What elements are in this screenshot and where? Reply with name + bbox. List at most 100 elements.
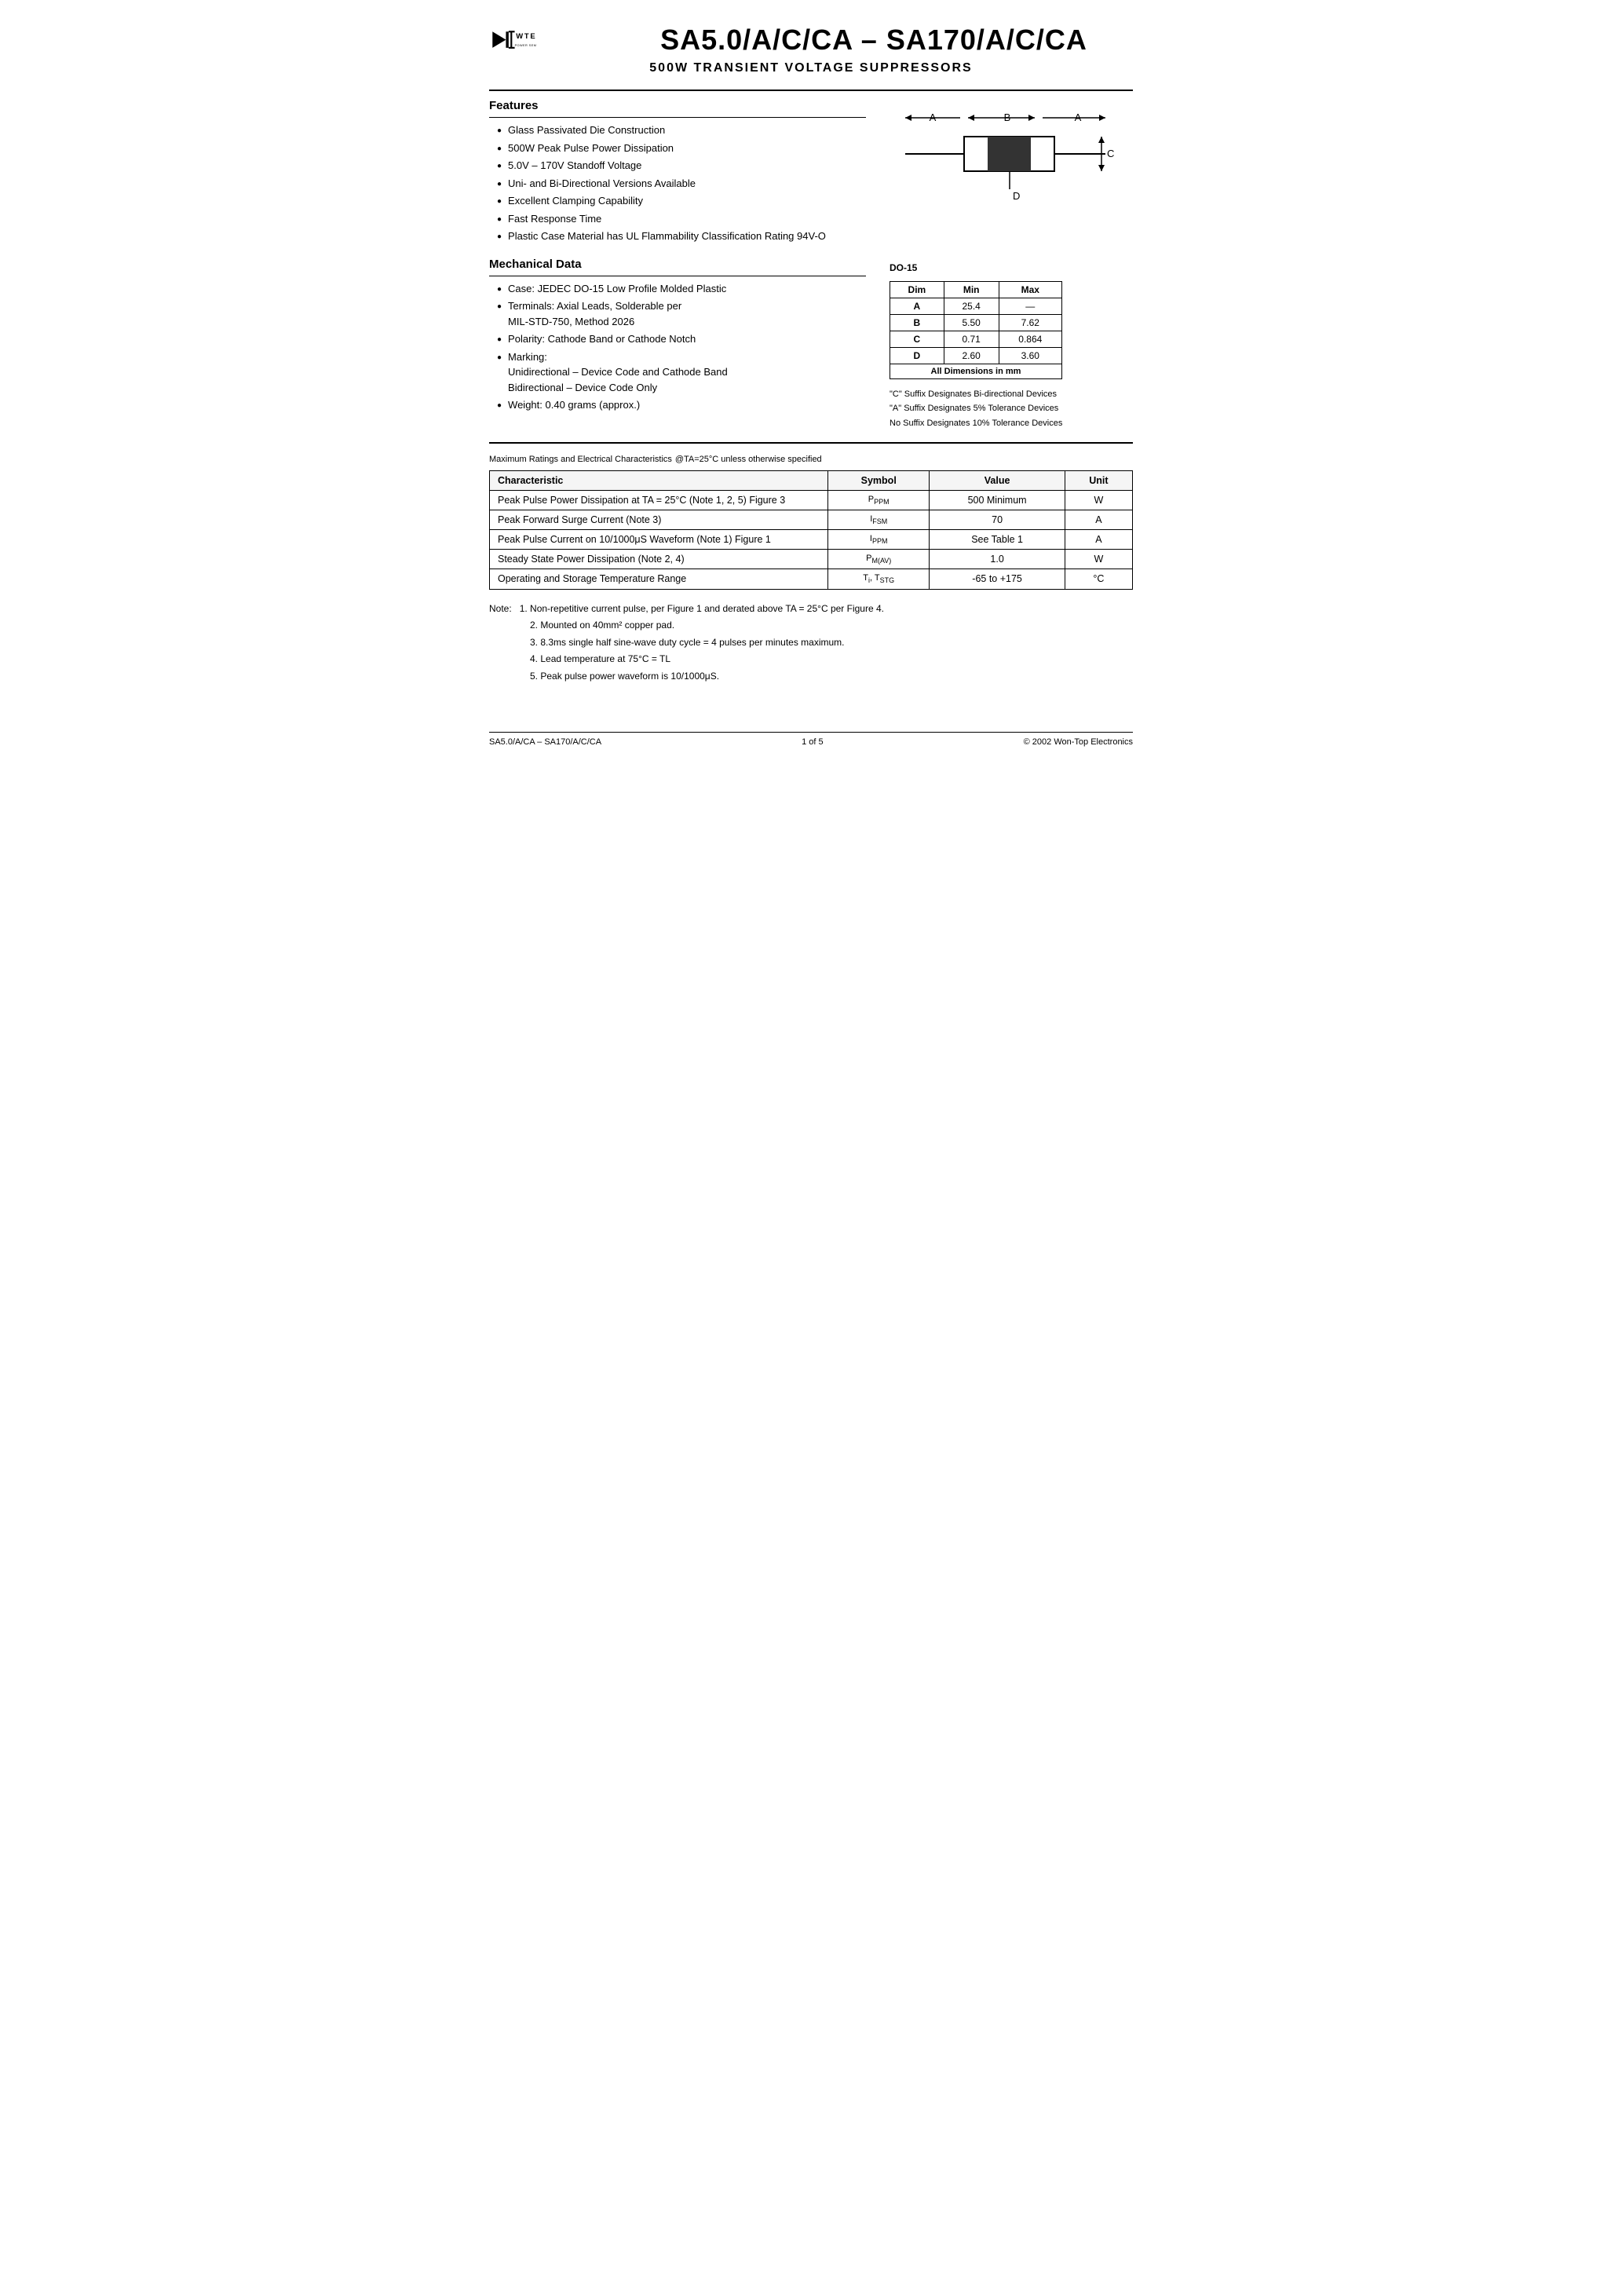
footer-center: 1 of 5 (802, 737, 824, 747)
mech-item: Polarity: Cathode Band or Cathode Notch (497, 331, 866, 347)
feature-item: Excellent Clamping Capability (497, 193, 866, 209)
note-4: 4. Lead temperature at 75°C = TL (489, 651, 1133, 668)
notes-section: Note: 1. Non-repetitive current pulse, p… (489, 601, 1133, 686)
feature-item: Uni- and Bi-Directional Versions Availab… (497, 176, 866, 192)
col-symbol: Symbol (828, 470, 930, 490)
dim-a-max: — (999, 298, 1061, 314)
header-divider (489, 90, 1133, 91)
do15-title: DO-15 (890, 262, 917, 273)
footer-right: © 2002 Won-Top Electronics (1024, 737, 1133, 747)
svg-text:D: D (1013, 190, 1020, 202)
val-ippm: See Table 1 (930, 529, 1065, 549)
ratings-divider (489, 442, 1133, 444)
table-row: B 5.50 7.62 (890, 314, 1062, 331)
feature-item: 5.0V – 170V Standoff Voltage (497, 158, 866, 174)
unit-pmav: W (1065, 550, 1132, 569)
unit-pppm: W (1065, 490, 1132, 510)
note-5: 5. Peak pulse power waveform is 10/1000μ… (489, 668, 1133, 686)
char-pmav: Steady State Power Dissipation (Note 2, … (490, 550, 828, 569)
unit-ifsm: A (1065, 510, 1132, 529)
table-row: Peak Pulse Power Dissipation at TA = 25°… (490, 490, 1133, 510)
table-row: Peak Forward Surge Current (Note 3) IFSM… (490, 510, 1133, 529)
dim-b: B (890, 314, 944, 331)
svg-text:POWER SEMICONDUCTORS: POWER SEMICONDUCTORS (515, 44, 536, 47)
val-pppm: 500 Minimum (930, 490, 1065, 510)
do15-area: DO-15 Dim Min Max A 25.4 — (882, 258, 1133, 431)
table-row: C 0.71 0.864 (890, 331, 1062, 347)
dim-a-min: 25.4 (944, 298, 999, 314)
mechanical-title: Mechanical Data (489, 258, 866, 271)
page-title: SA5.0/A/C/CA – SA170/A/C/CA (615, 24, 1133, 57)
dim-b-min: 5.50 (944, 314, 999, 331)
table-row: A 25.4 — (890, 298, 1062, 314)
feature-item-fast-response: Fast Response Time (497, 211, 866, 227)
features-title: Features (489, 99, 866, 112)
dim-c-max: 0.864 (999, 331, 1061, 347)
page-footer: SA5.0/A/CA – SA170/A/C/CA 1 of 5 © 2002 … (489, 732, 1133, 747)
sym-ippm: IPPM (828, 529, 930, 549)
note-label: Note: 1. Non-repetitive current pulse, p… (489, 601, 1133, 618)
col-value: Value (930, 470, 1065, 490)
dim-d-max: 3.60 (999, 347, 1061, 364)
mechanical-list: Case: JEDEC DO-15 Low Profile Molded Pla… (489, 281, 866, 413)
mech-item: Case: JEDEC DO-15 Low Profile Molded Pla… (497, 281, 866, 297)
char-ippm: Peak Pulse Current on 10/1000μS Waveform… (490, 529, 828, 549)
features-mechanical-layout: Features Glass Passivated Die Constructi… (489, 99, 1133, 247)
mechanical-column: Mechanical Data Case: JEDEC DO-15 Low Pr… (489, 258, 866, 431)
val-temp: -65 to +175 (930, 569, 1065, 589)
note-2: 2. Mounted on 40mm² copper pad. (489, 617, 1133, 634)
diode-diagram-area: A B A (882, 99, 1133, 247)
footer-left: SA5.0/A/CA – SA170/A/C/CA (489, 737, 601, 747)
features-list: Glass Passivated Die Construction 500W P… (489, 122, 866, 244)
logo-area: WTE POWER SEMICONDUCTORS (489, 24, 615, 56)
page-subtitle: 500W TRANSIENT VOLTAGE SUPPRESSORS (489, 61, 1133, 75)
char-pppm: Peak Pulse Power Dissipation at TA = 25°… (490, 490, 828, 510)
all-dimensions-label: All Dimensions in mm (890, 364, 1062, 378)
col-characteristic: Characteristic (490, 470, 828, 490)
feature-item: Plastic Case Material has UL Flammabilit… (497, 229, 866, 244)
do15-col-max: Max (999, 281, 1061, 298)
ratings-section: Maximum Ratings and Electrical Character… (489, 452, 1133, 590)
ratings-title: Maximum Ratings and Electrical Character… (489, 452, 1133, 464)
sym-temp: Ti, TSTG (828, 569, 930, 589)
svg-text:C: C (1107, 148, 1114, 159)
ratings-table: Characteristic Symbol Value Unit Peak Pu… (489, 470, 1133, 590)
note-3: 3. 8.3ms single half sine-wave duty cycl… (489, 634, 1133, 652)
suffix-notes: "C" Suffix Designates Bi-directional Dev… (890, 387, 1062, 431)
mech-item: Terminals: Axial Leads, Solderable perMI… (497, 298, 866, 329)
suffix-note-c: "C" Suffix Designates Bi-directional Dev… (890, 387, 1062, 402)
dim-d-min: 2.60 (944, 347, 999, 364)
sym-pppm: PPPM (828, 490, 930, 510)
char-temp: Operating and Storage Temperature Range (490, 569, 828, 589)
table-row: Operating and Storage Temperature Range … (490, 569, 1133, 589)
do15-col-min: Min (944, 281, 999, 298)
suffix-note-a: "A" Suffix Designates 5% Tolerance Devic… (890, 401, 1062, 416)
svg-text:WTE: WTE (516, 31, 536, 40)
mechanical-layout: Mechanical Data Case: JEDEC DO-15 Low Pr… (489, 258, 1133, 431)
sym-ifsm: IFSM (828, 510, 930, 529)
ratings-subtitle: @TA=25°C unless otherwise specified (675, 455, 822, 464)
unit-ippm: A (1065, 529, 1132, 549)
dim-c: C (890, 331, 944, 347)
dim-c-min: 0.71 (944, 331, 999, 347)
do15-col-dim: Dim (890, 281, 944, 298)
table-row: Steady State Power Dissipation (Note 2, … (490, 550, 1133, 569)
dim-d: D (890, 347, 944, 364)
suffix-note-none: No Suffix Designates 10% Tolerance Devic… (890, 416, 1062, 431)
unit-temp: °C (1065, 569, 1132, 589)
val-pmav: 1.0 (930, 550, 1065, 569)
dim-a: A (890, 298, 944, 314)
features-column: Features Glass Passivated Die Constructi… (489, 99, 866, 247)
sym-pmav: PM(AV) (828, 550, 930, 569)
diode-diagram-svg: A B A (897, 107, 1117, 217)
mech-item: Weight: 0.40 grams (approx.) (497, 397, 866, 413)
mech-item-marking: Marking: Unidirectional – Device Code an… (497, 349, 866, 396)
features-divider (489, 117, 866, 118)
val-ifsm: 70 (930, 510, 1065, 529)
feature-item: 500W Peak Pulse Power Dissipation (497, 141, 866, 156)
dim-b-max: 7.62 (999, 314, 1061, 331)
table-row: D 2.60 3.60 (890, 347, 1062, 364)
feature-item: Glass Passivated Die Construction (497, 122, 866, 138)
page-header: WTE POWER SEMICONDUCTORS SA5.0/A/C/CA – … (489, 24, 1133, 57)
col-unit: Unit (1065, 470, 1132, 490)
